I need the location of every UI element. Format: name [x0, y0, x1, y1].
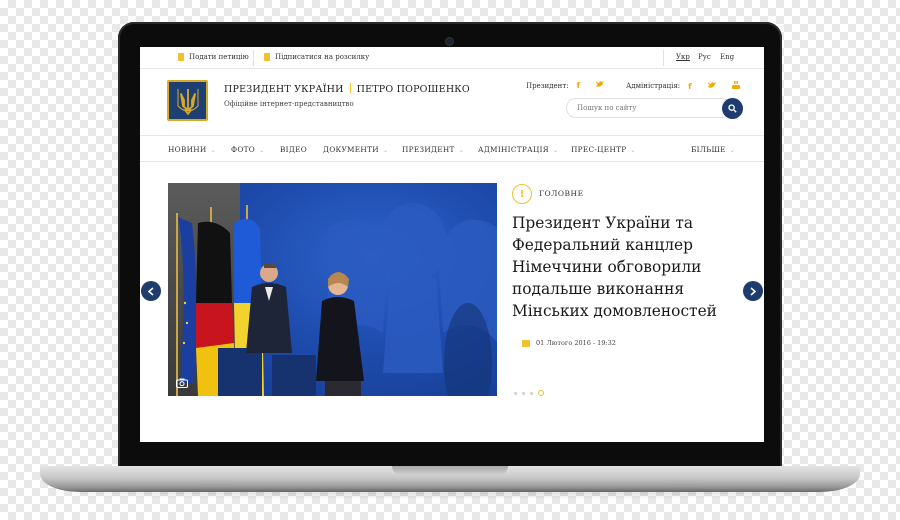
trident-icon [177, 88, 198, 115]
chevron-down-icon: ⌄ [259, 147, 265, 154]
nav-president[interactable]: ПРЕЗИДЕНТ ⌄ [402, 145, 464, 154]
slide-headline[interactable]: Президент України та Федеральний канцлер… [512, 212, 747, 322]
nav-label: ПРЕЗИДЕНТ [402, 145, 455, 154]
slide-pagination [514, 390, 544, 396]
nav-label: ПРЕС-ЦЕНТР [571, 145, 627, 154]
chevron-down-icon: ⌄ [458, 147, 465, 154]
petition-link[interactable]: Подати петицію [178, 53, 249, 61]
chevron-left-icon [147, 286, 154, 296]
webcam [446, 38, 453, 45]
utility-bar: Подати петицію Підписатися на розсилку У… [140, 47, 764, 69]
slide-dot[interactable] [514, 391, 517, 395]
site-subtitle: Офіційне інтернет-представництво [224, 100, 354, 108]
subscribe-link[interactable]: Підписатися на розсилку [264, 53, 369, 61]
document-icon [178, 53, 184, 61]
site-title[interactable]: ПРЕЗИДЕНТ УКРАЇНИ ПЕТРО ПОРОШЕНКО [224, 83, 470, 95]
chevron-right-icon [750, 286, 757, 296]
logo[interactable] [167, 80, 208, 121]
twitter-icon[interactable] [707, 81, 716, 91]
browser-screen: Подати петицію Підписатися на розсилку У… [140, 47, 764, 442]
camera-icon [176, 375, 188, 393]
administration-label: Адміністрація: [626, 82, 681, 90]
slide-date-text: 01 Лютого 2016 - 19:32 [536, 339, 616, 347]
nav-press-center[interactable]: ПРЕС-ЦЕНТР ⌄ [571, 145, 636, 154]
calendar-icon [522, 339, 530, 347]
slide-tag: ГОЛОВНЕ [539, 189, 584, 198]
main-nav: НОВИНИ ⌄ ФОТО ⌄ ВІДЕО ДОКУМЕНТИ ⌄ ПРЕЗИДЕНТ… [140, 135, 764, 162]
nav-administration[interactable]: АДМІНІСТРАЦІЯ ⌄ [478, 145, 558, 154]
divider [253, 50, 254, 66]
nav-label: ВІДЕО [280, 145, 307, 154]
nav-video[interactable]: ВІДЕО [280, 145, 307, 154]
title-divider [349, 83, 351, 93]
facebook-icon[interactable]: f [688, 82, 691, 91]
chevron-down-icon: ⌄ [630, 147, 636, 154]
slide-date: 01 Лютого 2016 - 19:32 [522, 339, 616, 347]
search-button[interactable] [722, 98, 743, 119]
search-input[interactable]: Пошук по сайту [566, 98, 731, 118]
chevron-down-icon: ⌄ [210, 147, 216, 154]
slide-dot[interactable] [522, 391, 525, 395]
president-label: Президент: [526, 81, 569, 90]
site-title-right: ПЕТРО ПОРОШЕНКО [356, 84, 470, 95]
nav-documents[interactable]: ДОКУМЕНТИ ⌄ [323, 145, 388, 154]
nav-label: АДМІНІСТРАЦІЯ [478, 145, 549, 154]
chevron-down-icon: ⌄ [729, 147, 736, 154]
slide-dot[interactable] [530, 391, 533, 395]
facebook-icon[interactable]: f [577, 81, 580, 90]
nav-label: ДОКУМЕНТИ [323, 145, 379, 154]
petition-label: Подати петицію [189, 53, 249, 61]
nav-photo[interactable]: ФОТО ⌄ [231, 145, 264, 154]
photo-scene [176, 203, 497, 396]
laptop-shadow [70, 490, 830, 496]
laptop-notch [392, 466, 508, 475]
nav-more[interactable]: БІЛЬШЕ ⌄ [691, 145, 735, 154]
lang-eng[interactable]: Eng [720, 53, 734, 61]
president-social: Президент: f [526, 81, 605, 90]
search-icon [728, 104, 737, 113]
chevron-down-icon: ⌄ [552, 147, 559, 154]
headline-badge-icon: ! [512, 184, 532, 204]
twitter-icon[interactable] [596, 81, 605, 90]
youtube-icon[interactable] [731, 81, 740, 91]
document-icon [264, 53, 270, 61]
nav-label: ФОТО [231, 145, 256, 154]
subscribe-label: Підписатися на розсилку [275, 53, 370, 61]
site-title-left: ПРЕЗИДЕНТ УКРАЇНИ [224, 84, 344, 95]
lang-rus[interactable]: Рус [698, 53, 711, 61]
administration-social: Адміністрація: f [626, 81, 740, 91]
slide-dot[interactable] [538, 390, 544, 396]
chevron-down-icon: ⌄ [382, 147, 389, 154]
divider [663, 50, 664, 66]
lang-ukr[interactable]: Укр [676, 53, 690, 61]
nav-label: НОВИНИ [168, 145, 207, 154]
laptop-base [40, 466, 860, 492]
nav-label: БІЛЬШЕ [691, 145, 726, 154]
nav-news[interactable]: НОВИНИ ⌄ [168, 145, 216, 154]
slide-photo[interactable] [168, 183, 497, 396]
prev-slide-button[interactable] [141, 281, 161, 301]
next-slide-button[interactable] [743, 281, 763, 301]
